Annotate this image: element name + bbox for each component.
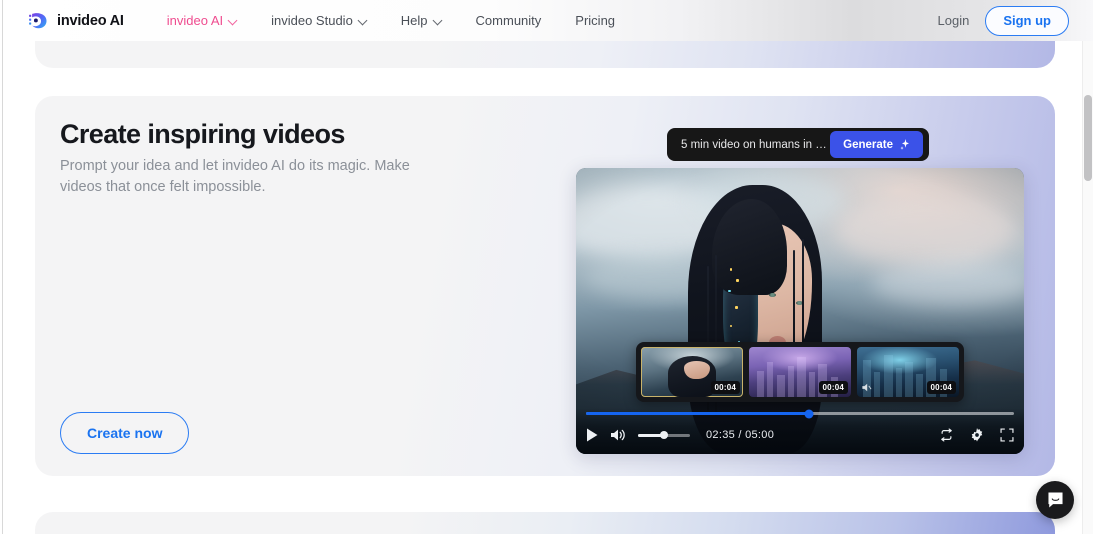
chevron-down-icon [228,16,237,25]
scrollbar-thumb[interactable] [1083,95,1092,181]
prompt-input[interactable]: 5 min video on humans in 2050 [667,139,830,151]
signup-button[interactable]: Sign up [985,5,1069,36]
section-card-above [35,40,1055,68]
chat-widget-button[interactable] [1036,481,1074,519]
nav-item-label: invideo AI [166,13,224,28]
nav-item-community[interactable]: Community [459,13,559,28]
video-player[interactable]: 00:04 00:04 00:04 02:35 / 05:00 [576,168,1024,454]
chat-bubble-icon [1047,492,1063,508]
prompt-bar[interactable]: 5 min video on humans in 2050 Generate [667,128,929,161]
nav-item-label: invideo Studio [271,13,353,28]
create-now-button[interactable]: Create now [60,412,190,454]
scene-thumbnail-strip[interactable]: 00:04 00:04 00:04 [636,342,964,402]
scene-thumbnail[interactable]: 00:04 [641,347,743,397]
section-card-below [35,512,1055,534]
chevron-down-icon [358,16,367,25]
brand-name: invideo AI [57,12,124,29]
volume-handle[interactable] [660,431,668,439]
nav-item-help[interactable]: Help [384,13,459,28]
time-display: 02:35 / 05:00 [706,429,775,441]
nav-item-pricing[interactable]: Pricing [558,13,632,28]
brand-logo[interactable]: invideo AI [28,10,124,32]
window-left-edge [0,0,3,534]
fullscreen-icon[interactable] [1000,428,1014,442]
nav-menu: invideo AI invideo Studio Help Community… [150,13,632,28]
progress-bar[interactable] [586,409,1014,419]
page-title: Create inspiring videos [60,119,345,149]
gear-icon[interactable] [970,428,984,442]
top-navbar: invideo AI invideo AI invideo Studio Hel… [0,0,1093,41]
loop-icon[interactable] [939,428,954,442]
progress-handle[interactable] [804,409,814,419]
login-link[interactable]: Login [938,13,970,28]
generate-button[interactable]: Generate [830,131,923,158]
player-controls: 02:35 / 05:00 [576,408,1024,454]
scene-thumbnail[interactable]: 00:04 [857,347,959,397]
play-icon[interactable] [586,428,598,442]
sparkle-icon [900,139,909,150]
hero-subtitle: Prompt your idea and let invideo AI do i… [60,158,410,196]
thumbnail-timestamp: 00:04 [818,381,848,394]
nav-item-invideo-studio[interactable]: invideo Studio [254,13,384,28]
thumbnail-timestamp: 00:04 [710,381,740,394]
generate-button-label: Generate [843,138,893,151]
nav-item-label: Pricing [575,13,616,28]
scene-thumbnail[interactable]: 00:04 [749,347,851,397]
nav-item-invideo-ai[interactable]: invideo AI [150,13,254,28]
nav-item-label: Help [400,13,428,28]
chevron-down-icon [433,16,442,25]
invideo-logo-icon [28,10,50,32]
nav-item-label: Community [475,13,542,28]
volume-on-icon[interactable] [610,428,626,442]
volume-slider[interactable] [638,431,690,439]
page-root: Create inspiring videos Prompt your idea… [0,0,1093,534]
thumbnail-timestamp: 00:04 [926,381,956,394]
muted-icon [862,383,872,392]
